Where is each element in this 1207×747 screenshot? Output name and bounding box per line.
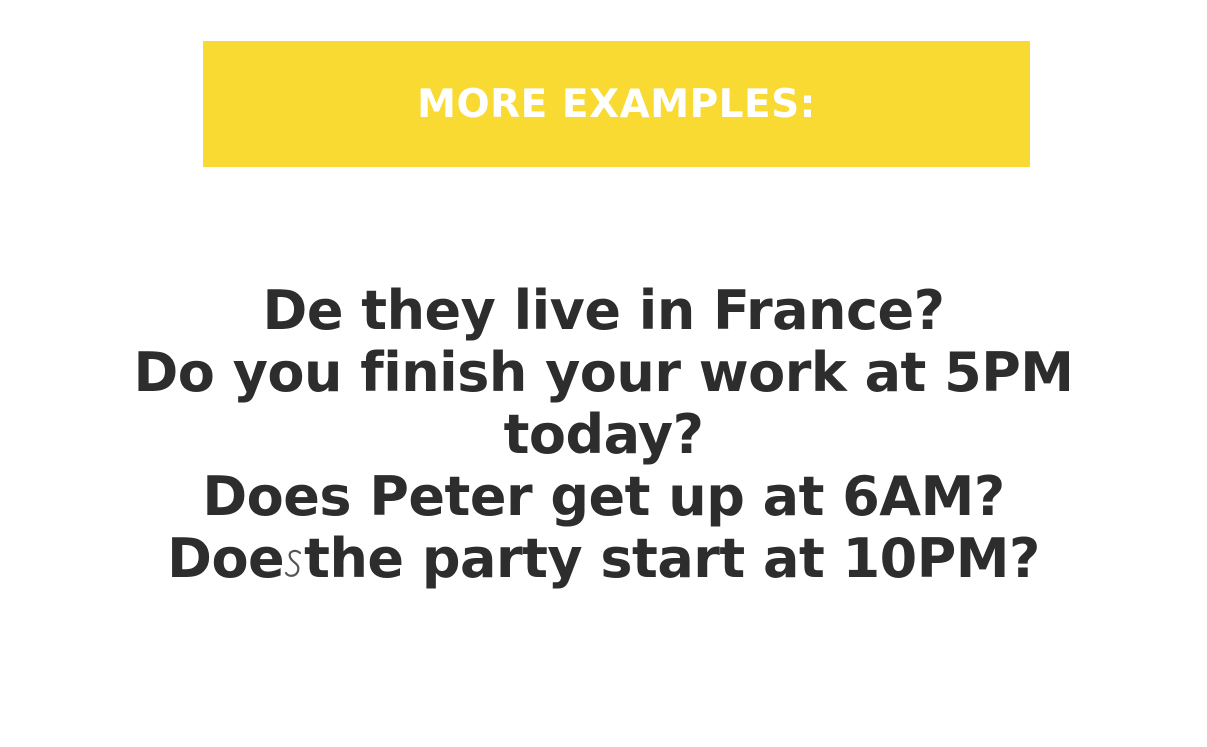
example-rest: the party start at 10PM?: [304, 527, 1040, 590]
example-line-last: Doe the party start at 10PM?: [40, 528, 1167, 590]
page: MORE EXAMPLES: De they live in France? D…: [0, 0, 1207, 747]
example-line: Do you finish your work at 5PM: [133, 341, 1074, 404]
example-line: today?: [503, 403, 704, 466]
examples-list: De they live in France? Do you finish yo…: [40, 280, 1167, 590]
example-line: Does Peter get up at 6AM?: [202, 465, 1005, 528]
more-examples-banner: MORE EXAMPLES:: [203, 41, 1030, 167]
handwritten-s-icon: [284, 534, 304, 577]
example-line: De they live in France?: [262, 279, 945, 342]
banner-title: MORE EXAMPLES:: [417, 81, 816, 127]
example-word-doe: Doe: [167, 527, 285, 590]
